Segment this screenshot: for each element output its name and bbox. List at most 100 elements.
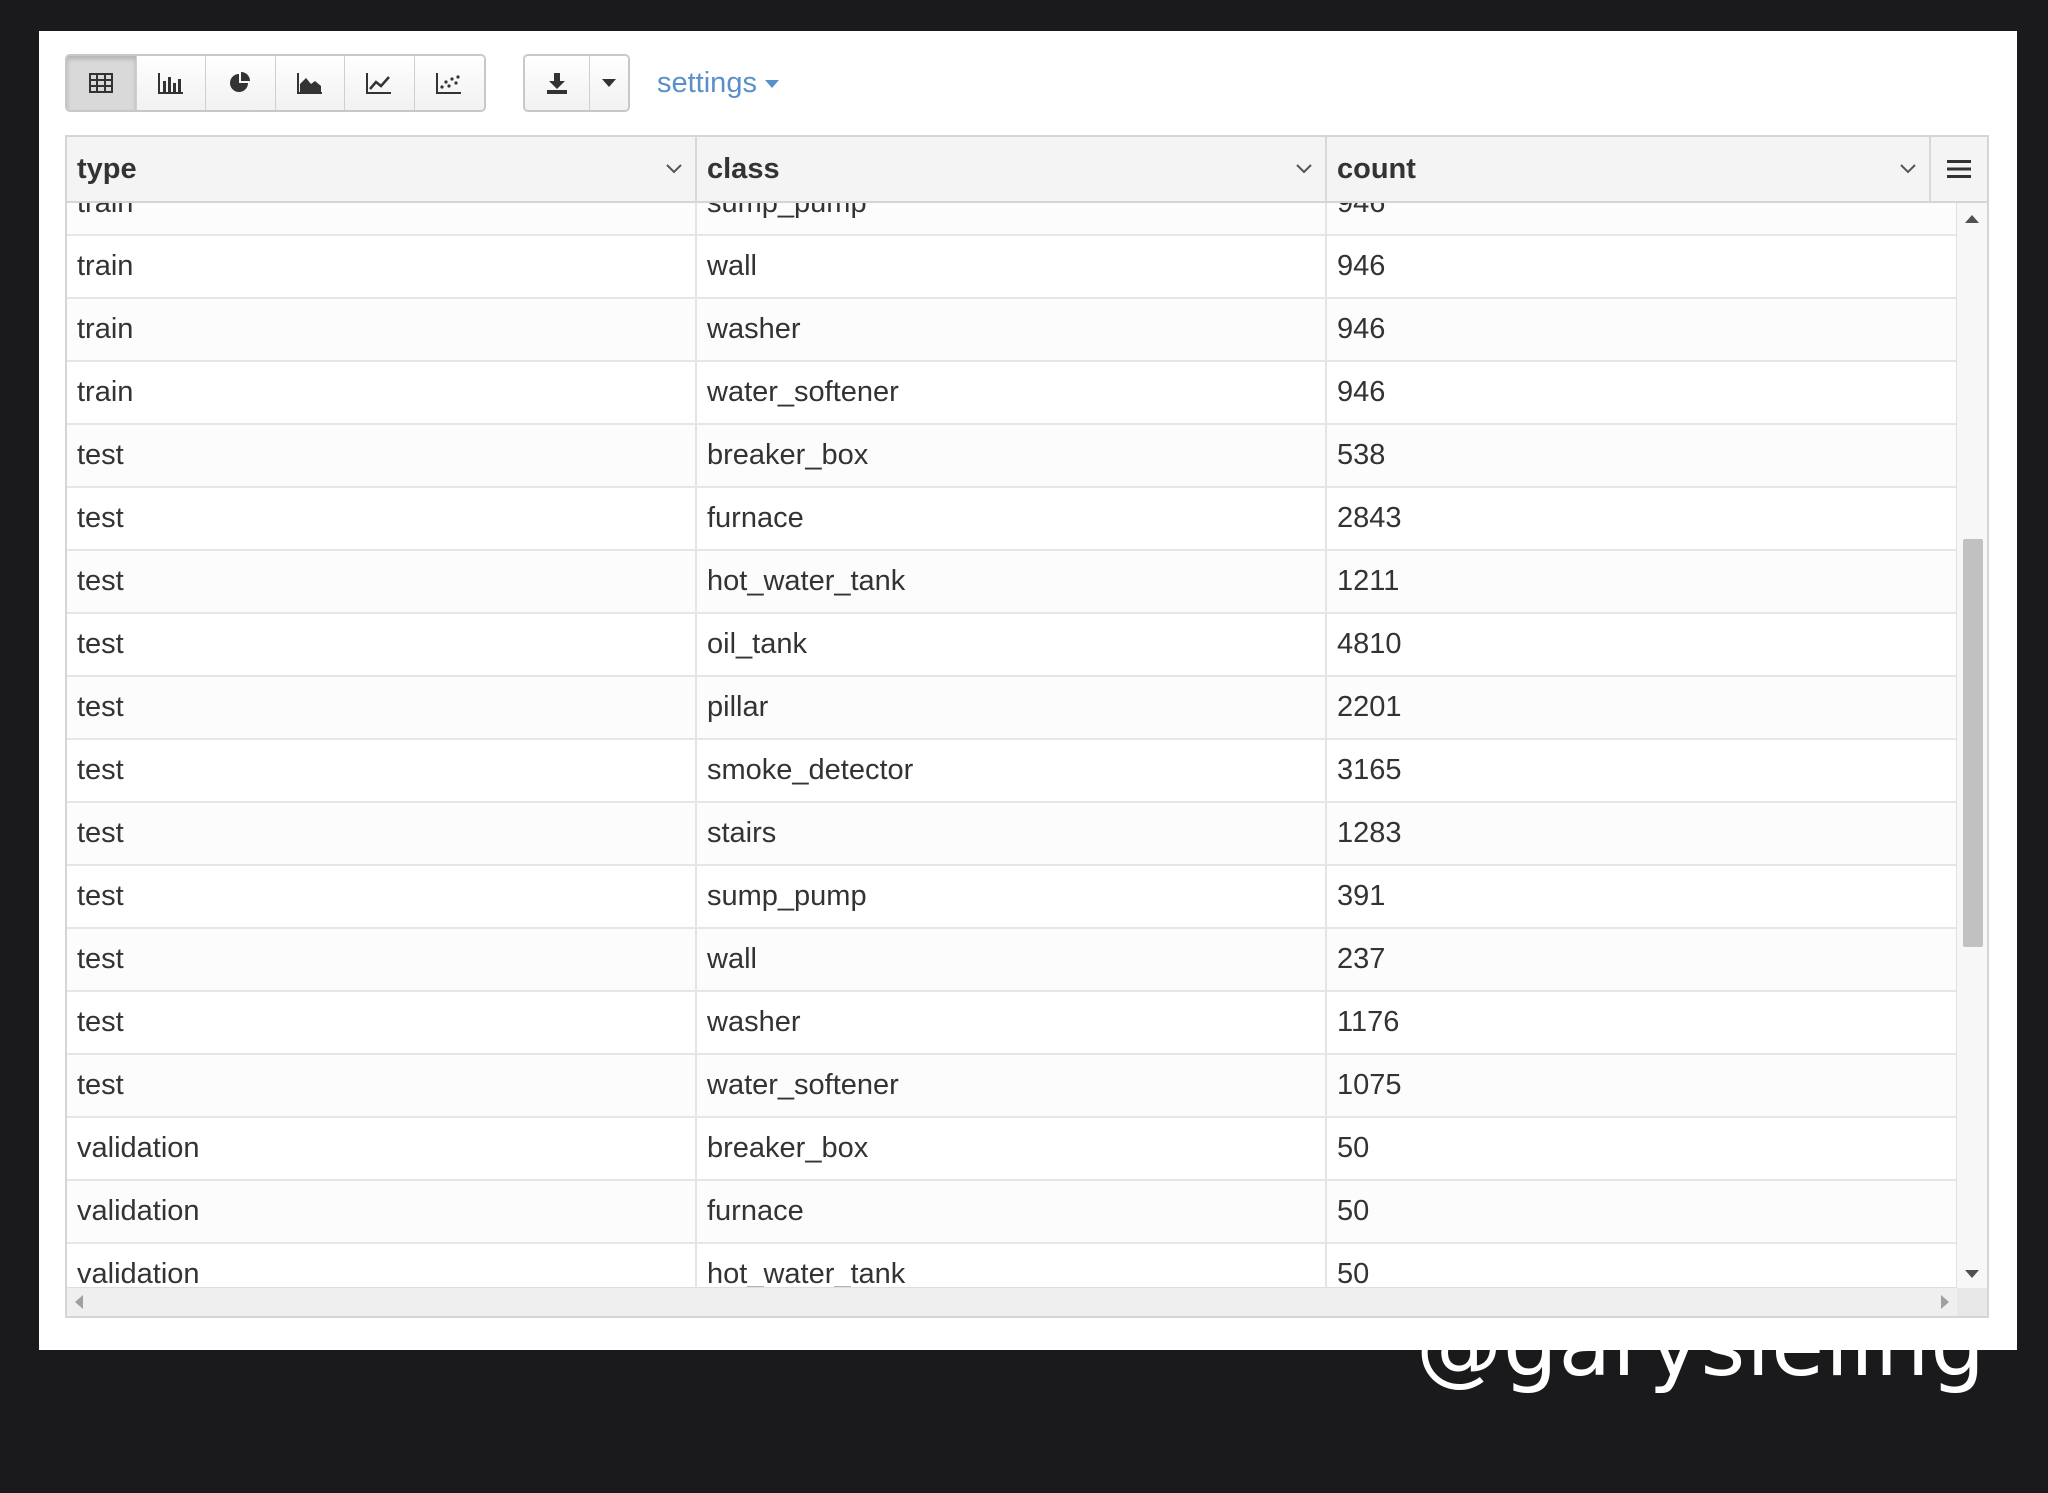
- caret-down-icon: [764, 79, 779, 88]
- table-row[interactable]: test water_softener 1075: [67, 1055, 1957, 1118]
- column-header-label: type: [77, 152, 137, 185]
- table-row[interactable]: validation breaker_box 50: [67, 1118, 1957, 1181]
- scroll-right-arrow-icon[interactable]: [1941, 1295, 1949, 1309]
- table-row[interactable]: test hot_water_tank 1211: [67, 551, 1957, 614]
- cell-type: test: [67, 866, 697, 927]
- cell-class: washer: [697, 299, 1327, 360]
- cell-type: test: [67, 803, 697, 864]
- watermark-handle: @garysieling: [1416, 1350, 1986, 1396]
- area-chart-view-button[interactable]: [275, 56, 345, 110]
- cell-type: test: [67, 551, 697, 612]
- table-row[interactable]: test pillar 2201: [67, 677, 1957, 740]
- watermark-container: @garysieling: [0, 1350, 2048, 1493]
- column-header-type[interactable]: type: [67, 137, 697, 201]
- cell-count: 538: [1337, 439, 1386, 471]
- cell-type: train: [67, 236, 697, 297]
- table-row[interactable]: test oil_tank 4810: [67, 614, 1957, 677]
- column-header-class[interactable]: class: [697, 137, 1327, 201]
- table-row[interactable]: train sump_pump 946: [67, 203, 1957, 236]
- line-chart-view-button[interactable]: [345, 56, 415, 110]
- table-row[interactable]: validation hot_water_tank 50: [67, 1244, 1957, 1292]
- download-options-dropdown[interactable]: [589, 56, 628, 110]
- cell-class: breaker_box: [697, 425, 1327, 486]
- cell-type: test: [67, 488, 697, 549]
- table-row[interactable]: test sump_pump 391: [67, 866, 1957, 929]
- download-button-group: [523, 54, 630, 112]
- cell-count: 1283: [1337, 817, 1402, 849]
- cell-class: hot_water_tank: [697, 1244, 1327, 1292]
- scroll-left-arrow-icon[interactable]: [75, 1295, 83, 1309]
- table-view-button[interactable]: [67, 56, 137, 110]
- cell-count: 946: [1337, 313, 1386, 345]
- cell-type: test: [67, 929, 697, 990]
- cell-class: wall: [697, 236, 1327, 297]
- cell-type: validation: [67, 1118, 697, 1179]
- download-icon: [546, 73, 567, 94]
- cell-class: breaker_box: [697, 1118, 1327, 1179]
- column-header-label: count: [1337, 152, 1416, 185]
- table-row[interactable]: test furnace 2843: [67, 488, 1957, 551]
- cell-type: test: [67, 677, 697, 738]
- cell-class: hot_water_tank: [697, 551, 1327, 612]
- table-row[interactable]: train washer 946: [67, 299, 1957, 362]
- cell-class: stairs: [697, 803, 1327, 864]
- bar-chart-view-button[interactable]: [136, 56, 206, 110]
- cell-class: furnace: [697, 1181, 1327, 1242]
- cell-class: smoke_detector: [697, 740, 1327, 801]
- chevron-down-icon[interactable]: [1295, 163, 1313, 175]
- cell-type: test: [67, 992, 697, 1053]
- line-chart-icon: [366, 73, 392, 94]
- scatter-chart-view-button[interactable]: [414, 56, 484, 110]
- cell-count: 1176: [1337, 1006, 1400, 1038]
- table-row[interactable]: train wall 946: [67, 236, 1957, 299]
- scatter-chart-icon: [436, 73, 462, 94]
- table-row[interactable]: test breaker_box 538: [67, 425, 1957, 488]
- cell-class: oil_tank: [697, 614, 1327, 675]
- cell-type: train: [67, 362, 697, 423]
- chevron-down-icon[interactable]: [1899, 163, 1917, 175]
- scroll-down-arrow-icon[interactable]: [1965, 1270, 1979, 1278]
- cell-count: 2201: [1337, 691, 1402, 723]
- cell-type: validation: [67, 1181, 697, 1242]
- cell-type: train: [67, 299, 697, 360]
- cell-count: 2843: [1337, 502, 1402, 534]
- cell-count: 946: [1337, 376, 1386, 408]
- cell-count: 946: [1337, 250, 1386, 282]
- cell-type: test: [67, 1055, 697, 1116]
- table-row[interactable]: train water_softener 946: [67, 362, 1957, 425]
- area-chart-icon: [296, 73, 322, 94]
- table-row[interactable]: test wall 237: [67, 929, 1957, 992]
- pie-chart-icon: [230, 72, 251, 92]
- cell-type: test: [67, 425, 697, 486]
- pie-chart-view-button[interactable]: [206, 56, 276, 110]
- scroll-up-arrow-icon[interactable]: [1965, 215, 1979, 223]
- chevron-down-icon[interactable]: [665, 163, 683, 175]
- download-button[interactable]: [525, 56, 590, 110]
- cell-class: furnace: [697, 488, 1327, 549]
- table-row[interactable]: test smoke_detector 3165: [67, 740, 1957, 803]
- grid-rows: train sump_pump 946 train wall 946 train wash…: [67, 203, 1957, 1292]
- notebook-output-panel: settings type class count train sump_pum…: [39, 31, 2017, 1350]
- cell-count: 50: [1337, 1195, 1370, 1227]
- table-row[interactable]: test stairs 1283: [67, 803, 1957, 866]
- cell-type: test: [67, 740, 697, 801]
- grid-menu-button[interactable]: [1931, 137, 1987, 201]
- cell-class: sump_pump: [697, 203, 1327, 234]
- chevron-down-icon: [601, 79, 616, 87]
- cell-type: test: [67, 614, 697, 675]
- table-row[interactable]: test washer 1176: [67, 992, 1957, 1055]
- column-header-count[interactable]: count: [1327, 137, 1931, 201]
- horizontal-scrollbar[interactable]: [67, 1287, 1957, 1316]
- cell-class: water_softener: [697, 362, 1327, 423]
- vertical-scrollbar-thumb[interactable]: [1963, 539, 1983, 947]
- vertical-scrollbar[interactable]: [1956, 203, 1987, 1292]
- cell-class: water_softener: [697, 1055, 1327, 1116]
- cell-type: train: [67, 203, 697, 234]
- cell-class: pillar: [697, 677, 1327, 738]
- cell-class: wall: [697, 929, 1327, 990]
- cell-count: 391: [1337, 880, 1386, 912]
- settings-dropdown[interactable]: settings: [657, 67, 779, 100]
- view-type-button-group: [65, 54, 486, 112]
- cell-class: sump_pump: [697, 866, 1327, 927]
- table-row[interactable]: validation furnace 50: [67, 1181, 1957, 1244]
